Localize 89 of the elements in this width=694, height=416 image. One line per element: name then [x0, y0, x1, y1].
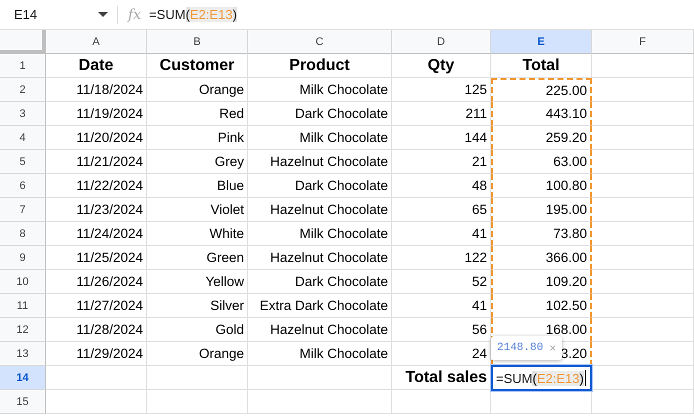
table-cell: Total [491, 54, 592, 78]
table-cell: 11/21/2024 [46, 150, 147, 174]
table-cell: 259.20 [491, 126, 592, 150]
table-cell: Hazelnut Chocolate [248, 318, 392, 342]
table-cell: Pink [147, 126, 248, 150]
row-header[interactable]: 13 [0, 342, 46, 366]
table-cell: 211 [392, 102, 491, 126]
table-cell: Orange [147, 342, 248, 366]
table-cell: Date [46, 54, 147, 78]
row-header[interactable]: 12 [0, 318, 46, 342]
table-cell: 65 [392, 198, 491, 222]
table-cell: 225.00 [491, 78, 592, 102]
table-cell: 109.20 [491, 270, 592, 294]
name-box[interactable]: E14 [14, 7, 94, 22]
table-cell: 11/23/2024 [46, 198, 147, 222]
table-cell: Product [248, 54, 392, 78]
table-cell: 11/29/2024 [46, 342, 147, 366]
column-header[interactable]: A [46, 30, 147, 54]
table-cell: Milk Chocolate [248, 342, 392, 366]
row-header[interactable]: 1 [0, 54, 46, 78]
column-header[interactable]: E [491, 30, 592, 54]
result-value: 2148.80 [497, 342, 544, 354]
table-cell: Violet [147, 198, 248, 222]
table-cell: Qty [392, 54, 491, 78]
table-cell: Blue [147, 174, 248, 198]
row-header[interactable]: 6 [0, 174, 46, 198]
row-header[interactable]: 2 [0, 78, 46, 102]
row-header[interactable]: 4 [0, 126, 46, 150]
table-cell: 11/18/2024 [46, 78, 147, 102]
table-cell: 56 [392, 318, 491, 342]
table-cell: Hazelnut Chocolate [248, 150, 392, 174]
row-header[interactable]: 11 [0, 294, 46, 318]
column-header[interactable]: F [592, 30, 694, 54]
table-cell: Hazelnut Chocolate [248, 246, 392, 270]
table-cell: Silver [147, 294, 248, 318]
row-header[interactable]: 14 [0, 366, 46, 390]
row-header[interactable]: 9 [0, 246, 46, 270]
table-cell: 11/22/2024 [46, 174, 147, 198]
table-cell: White [147, 222, 248, 246]
caret-icon[interactable] [98, 12, 108, 17]
table-cell: 73.80 [491, 222, 592, 246]
table-cell: Extra Dark Chocolate [248, 294, 392, 318]
table-cell: 125 [392, 78, 491, 102]
row-header[interactable]: 7 [0, 198, 46, 222]
table-cell: Dark Chocolate [248, 174, 392, 198]
table-cell: 11/27/2024 [46, 294, 147, 318]
table-cell: 144 [392, 126, 491, 150]
table-cell: Dark Chocolate [248, 102, 392, 126]
table-cell: Milk Chocolate [248, 126, 392, 150]
row-header[interactable]: 8 [0, 222, 46, 246]
table-cell: 48 [392, 174, 491, 198]
table-cell: 11/26/2024 [46, 270, 147, 294]
table-cell: Customer [147, 54, 248, 78]
table-cell: 11/28/2024 [46, 318, 147, 342]
table-cell: 102.50 [491, 294, 592, 318]
table-cell: 11/20/2024 [46, 126, 147, 150]
table-cell: Milk Chocolate [248, 222, 392, 246]
column-header[interactable]: C [248, 30, 392, 54]
row-header[interactable]: 3 [0, 102, 46, 126]
table-cell: Yellow [147, 270, 248, 294]
table-cell: 100.80 [491, 174, 592, 198]
row-header[interactable]: 10 [0, 270, 46, 294]
table-cell: Grey [147, 150, 248, 174]
table-cell: Orange [147, 78, 248, 102]
table-cell: Red [147, 102, 248, 126]
table-cell: 63.00 [491, 150, 592, 174]
table-cell: 195.00 [491, 198, 592, 222]
table-cell: Hazelnut Chocolate [248, 198, 392, 222]
column-header[interactable]: D [392, 30, 491, 54]
table-cell: Green [147, 246, 248, 270]
table-cell: Dark Chocolate [248, 270, 392, 294]
table-cell: 11/19/2024 [46, 102, 147, 126]
formula-input[interactable]: =SUM(E2:E13) [149, 7, 237, 22]
cell-editor[interactable]: =SUM(E2:E13) [491, 365, 592, 391]
table-cell: 52 [392, 270, 491, 294]
table-cell: 21 [392, 150, 491, 174]
table-cell: 122 [392, 246, 491, 270]
table-cell: 41 [392, 222, 491, 246]
table-cell: 366.00 [491, 246, 592, 270]
table-cell: Milk Chocolate [248, 78, 392, 102]
row-header[interactable]: 15 [0, 390, 46, 414]
table-cell: Gold [147, 318, 248, 342]
column-header[interactable]: B [147, 30, 248, 54]
function-label: fx [128, 6, 142, 22]
table-cell: 11/24/2024 [46, 222, 147, 246]
table-cell: 443.10 [491, 102, 592, 126]
row-header[interactable]: 5 [0, 150, 46, 174]
table-cell: 41 [392, 294, 491, 318]
table-cell: 11/25/2024 [46, 246, 147, 270]
